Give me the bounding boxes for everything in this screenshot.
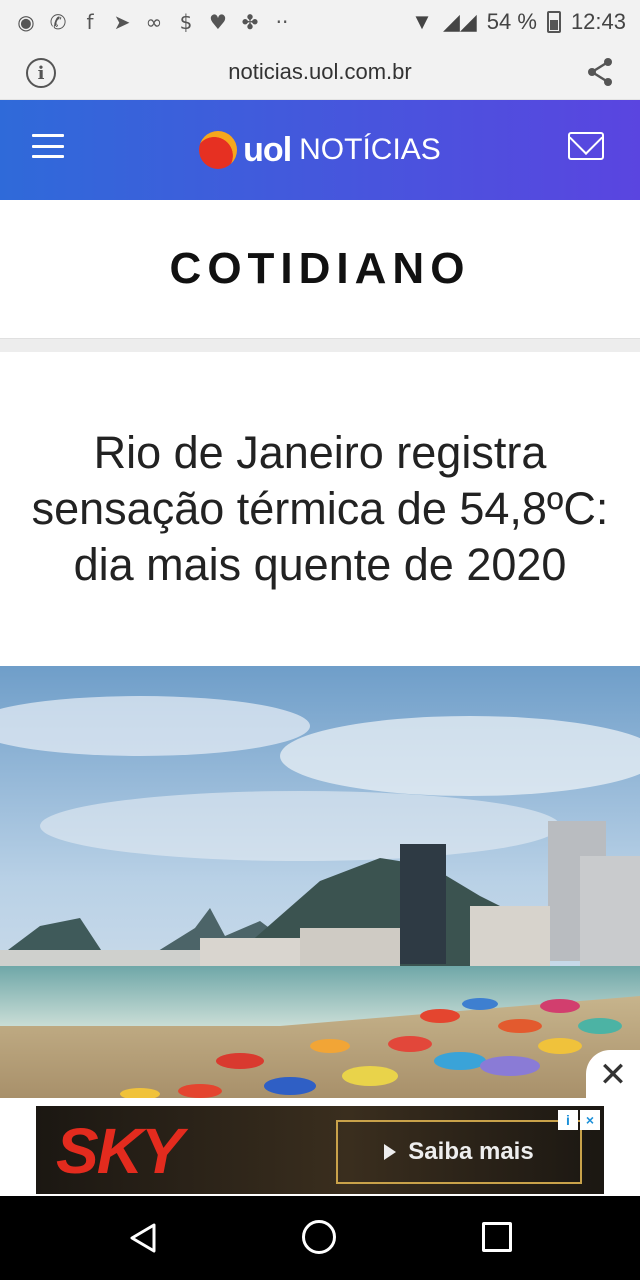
logo-section: NOTÍCIAS bbox=[299, 133, 441, 166]
battery-icon bbox=[546, 11, 561, 33]
play-icon bbox=[384, 1144, 397, 1160]
notification-icons: ◉ ✆ f ➤ ∞ $ ♥ ✤ ·· bbox=[14, 10, 294, 34]
battery-percent: 54 % bbox=[486, 9, 537, 34]
signal-icon: ◢◢ bbox=[442, 9, 477, 34]
ad-cta-button[interactable]: Saiba mais bbox=[336, 1120, 582, 1184]
back-icon[interactable] bbox=[128, 1222, 158, 1254]
heart-icon: ♥ bbox=[209, 10, 227, 34]
url-text[interactable]: noticias.uol.com.br bbox=[228, 59, 411, 85]
site-header: uol NOTÍCIAS bbox=[0, 100, 640, 200]
section-title[interactable]: COTIDIANO bbox=[170, 244, 471, 294]
puzzle-icon: ✤ bbox=[241, 10, 259, 34]
browser-url-bar[interactable]: i noticias.uol.com.br bbox=[0, 44, 640, 100]
dollar-icon: $ bbox=[179, 10, 193, 34]
article-photo[interactable] bbox=[0, 666, 640, 1098]
ad-logo: SKY bbox=[56, 1115, 184, 1187]
facebook-icon: f bbox=[86, 10, 94, 34]
ad-choices[interactable]: i × bbox=[558, 1110, 600, 1130]
ad-cta-label: Saiba mais bbox=[408, 1138, 534, 1165]
divider bbox=[0, 338, 640, 352]
whatsapp-icon: ✆ bbox=[49, 10, 67, 34]
logo-brand: uol bbox=[243, 130, 292, 169]
cc-icon: ∞ bbox=[145, 10, 163, 34]
chrome-icon: ◉ bbox=[17, 10, 35, 34]
wifi-icon: ▼ bbox=[411, 9, 433, 34]
info-icon[interactable]: i bbox=[26, 58, 56, 88]
recent-apps-icon[interactable] bbox=[482, 1222, 512, 1252]
article-headline: Rio de Janeiro registra sensação térmica… bbox=[31, 427, 609, 590]
ad-container: SKY Saiba mais i × bbox=[0, 1098, 640, 1196]
uol-sun-logo-icon bbox=[199, 131, 238, 169]
ad-close-button[interactable]: ✕ bbox=[586, 1050, 640, 1100]
section-header: COTIDIANO bbox=[0, 200, 640, 338]
article-header: Rio de Janeiro registra sensação térmica… bbox=[0, 352, 640, 666]
android-nav-bar bbox=[0, 1196, 640, 1280]
ad-close-small-icon[interactable]: × bbox=[580, 1110, 600, 1130]
hamburger-menu-icon[interactable] bbox=[32, 134, 64, 158]
share-icon[interactable] bbox=[584, 56, 616, 88]
clock: 12:43 bbox=[570, 9, 626, 34]
more-dots-icon: ·· bbox=[275, 10, 289, 34]
ad-banner[interactable]: SKY Saiba mais i × bbox=[36, 1106, 604, 1194]
telegram-icon: ➤ bbox=[113, 10, 131, 34]
ad-info-icon[interactable]: i bbox=[558, 1110, 578, 1130]
close-icon[interactable]: ✕ bbox=[599, 1055, 628, 1095]
status-bar: ◉ ✆ f ➤ ∞ $ ♥ ✤ ·· ▼ ◢◢ 54 % 12:43 bbox=[0, 0, 640, 44]
mail-icon[interactable] bbox=[568, 132, 604, 160]
uol-noticias-logo[interactable]: uol NOTÍCIAS bbox=[199, 131, 441, 170]
home-icon[interactable] bbox=[302, 1220, 336, 1254]
